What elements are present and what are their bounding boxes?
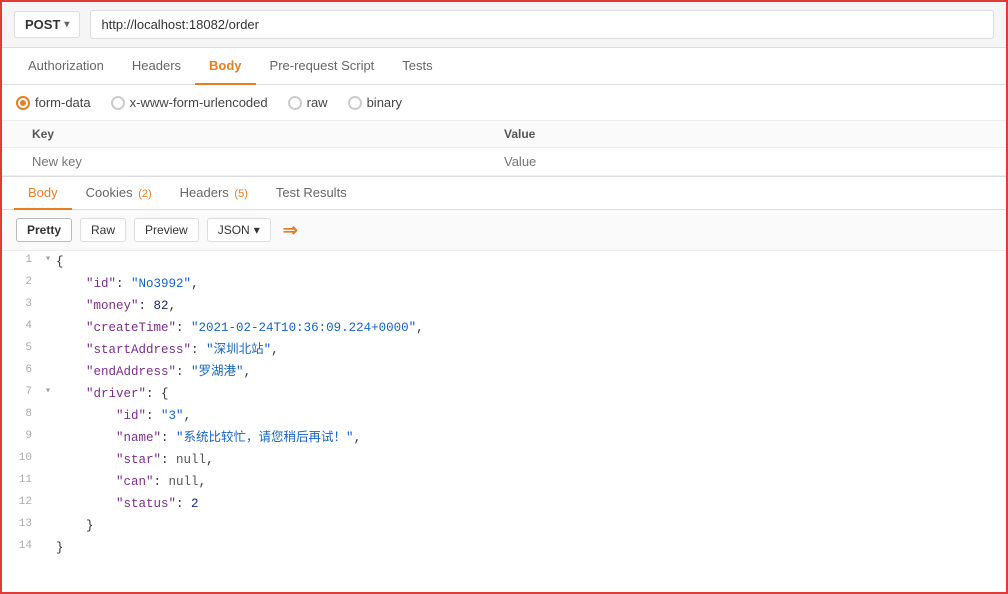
json-line: 5 "startAddress": "深圳北站", xyxy=(2,339,1006,361)
json-line: 4 "createTime": "2021-02-24T10:36:09.224… xyxy=(2,317,1006,339)
line-number: 11 xyxy=(2,472,42,490)
resp-tab-test-results[interactable]: Test Results xyxy=(262,177,361,210)
line-code: "endAddress": "罗湖港", xyxy=(56,362,1006,382)
line-code: { xyxy=(56,252,1006,272)
format-type-dropdown[interactable]: JSON ▾ xyxy=(207,218,271,242)
tab-pre-request[interactable]: Pre-request Script xyxy=(256,48,389,85)
format-pretty-btn[interactable]: Pretty xyxy=(16,218,72,242)
line-number: 3 xyxy=(2,296,42,314)
radio-label-form-data: form-data xyxy=(35,95,91,110)
method-label: POST xyxy=(25,17,60,32)
line-code: "id": "3", xyxy=(56,406,1006,426)
kv-new-key-input[interactable] xyxy=(32,154,504,169)
line-number: 9 xyxy=(2,428,42,446)
resp-tab-cookies[interactable]: Cookies (2) xyxy=(72,177,166,210)
line-number: 2 xyxy=(2,274,42,292)
line-code: "createTime": "2021-02-24T10:36:09.224+0… xyxy=(56,318,1006,338)
json-line: 2 "id": "No3992", xyxy=(2,273,1006,295)
line-code: "money": 82, xyxy=(56,296,1006,316)
line-number: 14 xyxy=(2,538,42,556)
json-line: 1▾{ xyxy=(2,251,1006,273)
radio-form-data[interactable]: form-data xyxy=(16,95,91,110)
radio-label-raw: raw xyxy=(307,95,328,110)
radio-dot-raw xyxy=(288,96,302,110)
wrap-icon[interactable]: ⇒ xyxy=(283,220,298,241)
json-line: 3 "money": 82, xyxy=(2,295,1006,317)
top-bar: POST ▾ xyxy=(2,2,1006,48)
line-toggle[interactable]: ▾ xyxy=(42,252,56,268)
main-container: POST ▾ Authorization Headers Body Pre-re… xyxy=(0,0,1008,594)
kv-new-row xyxy=(2,148,1006,176)
line-number: 10 xyxy=(2,450,42,468)
json-line: 11 "can": null, xyxy=(2,471,1006,493)
resp-tab-body[interactable]: Body xyxy=(14,177,72,210)
json-line: 12 "status": 2 xyxy=(2,493,1006,515)
json-viewer-header: Pretty Raw Preview JSON ▾ ⇒ xyxy=(2,210,1006,251)
line-code: } xyxy=(56,538,1006,558)
format-type-label: JSON xyxy=(218,223,250,237)
line-number: 4 xyxy=(2,318,42,336)
format-raw-btn[interactable]: Raw xyxy=(80,218,126,242)
line-code: "name": "系统比较忙，请您稍后再试！", xyxy=(56,428,1006,448)
line-code: "star": null, xyxy=(56,450,1006,470)
radio-binary[interactable]: binary xyxy=(348,95,402,110)
radio-dot-form-data xyxy=(16,96,30,110)
radio-dot-binary xyxy=(348,96,362,110)
request-tabs: Authorization Headers Body Pre-request S… xyxy=(2,48,1006,85)
json-line: 6 "endAddress": "罗湖港", xyxy=(2,361,1006,383)
kv-new-key-cell xyxy=(16,154,504,169)
radio-raw[interactable]: raw xyxy=(288,95,328,110)
radio-dot-urlencoded xyxy=(111,96,125,110)
json-content: 1▾{2 "id": "No3992",3 "money": 82,4 "cre… xyxy=(2,251,1006,592)
line-number: 1 xyxy=(2,252,42,270)
json-line: 8 "id": "3", xyxy=(2,405,1006,427)
response-tabs: Body Cookies (2) Headers (5) Test Result… xyxy=(2,176,1006,210)
line-number: 13 xyxy=(2,516,42,534)
line-number: 6 xyxy=(2,362,42,380)
line-code: "driver": { xyxy=(56,384,1006,404)
kv-header: Key Value xyxy=(2,121,1006,148)
radio-label-binary: binary xyxy=(367,95,402,110)
json-line: 13 } xyxy=(2,515,1006,537)
line-code: "status": 2 xyxy=(56,494,1006,514)
cookies-badge: (2) xyxy=(138,188,151,200)
body-type-row: form-data x-www-form-urlencoded raw bina… xyxy=(2,85,1006,121)
json-line: 9 "name": "系统比较忙，请您稍后再试！", xyxy=(2,427,1006,449)
url-input[interactable] xyxy=(90,10,994,39)
format-preview-btn[interactable]: Preview xyxy=(134,218,199,242)
kv-col-value-header: Value xyxy=(504,127,992,141)
tab-body[interactable]: Body xyxy=(195,48,256,85)
json-line: 7▾ "driver": { xyxy=(2,383,1006,405)
line-number: 7 xyxy=(2,384,42,402)
tab-authorization[interactable]: Authorization xyxy=(14,48,118,85)
line-number: 8 xyxy=(2,406,42,424)
method-chevron: ▾ xyxy=(64,19,69,30)
json-line: 14} xyxy=(2,537,1006,559)
kv-table: Key Value xyxy=(2,121,1006,176)
resp-tab-headers[interactable]: Headers (5) xyxy=(166,177,262,210)
method-dropdown[interactable]: POST ▾ xyxy=(14,11,80,38)
line-code: "can": null, xyxy=(56,472,1006,492)
kv-col-key-header: Key xyxy=(16,127,504,141)
line-code: "id": "No3992", xyxy=(56,274,1006,294)
line-code: } xyxy=(56,516,1006,536)
line-code: "startAddress": "深圳北站", xyxy=(56,340,1006,360)
line-number: 5 xyxy=(2,340,42,358)
tab-headers[interactable]: Headers xyxy=(118,48,195,85)
radio-label-urlencoded: x-www-form-urlencoded xyxy=(130,95,268,110)
tab-tests[interactable]: Tests xyxy=(388,48,446,85)
format-type-chevron: ▾ xyxy=(254,223,260,237)
kv-new-value-input[interactable] xyxy=(504,154,992,169)
radio-urlencoded[interactable]: x-www-form-urlencoded xyxy=(111,95,268,110)
json-line: 10 "star": null, xyxy=(2,449,1006,471)
headers-badge: (5) xyxy=(234,188,247,200)
line-number: 12 xyxy=(2,494,42,512)
line-toggle[interactable]: ▾ xyxy=(42,384,56,400)
kv-new-value-cell xyxy=(504,154,992,169)
